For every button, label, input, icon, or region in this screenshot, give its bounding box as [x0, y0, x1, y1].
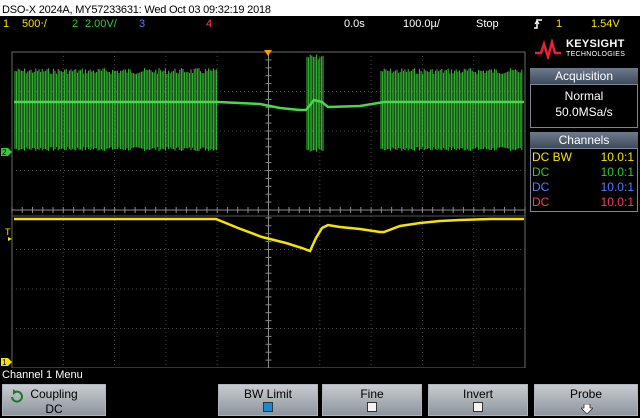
svg-text:2: 2 — [2, 148, 7, 157]
bw-limit-checkbox[interactable] — [263, 402, 273, 412]
svg-text:1: 1 — [2, 358, 7, 367]
probe-softkey[interactable]: Probe — [534, 384, 638, 416]
softkey-menu: Channel 1 Menu Coupling DC BW Limit Fine… — [0, 368, 640, 418]
trigger-channel: 1 — [556, 18, 563, 30]
channel-row: DC BW 10.0:1 — [532, 150, 634, 164]
oscilloscope-display: 1 500‧/ 2 2.00V/ 3 4 0.0s 100.0µ/ Stop 1… — [0, 16, 640, 418]
run-state: Stop — [476, 18, 499, 30]
status-bar: 1 500‧/ 2 2.00V/ 3 4 0.0s 100.0µ/ Stop 1… — [0, 16, 640, 32]
channel-row: DC 10.0:1 — [532, 195, 634, 209]
ch1-scale[interactable]: 500‧/ — [22, 16, 47, 32]
time-offset[interactable]: 0.0s — [344, 16, 365, 32]
side-panel: KEYSIGHT TECHNOLOGIES Acquisition Normal… — [528, 32, 640, 368]
ch1-number[interactable]: 1 — [3, 16, 9, 32]
menu-title: Channel 1 Menu — [2, 369, 83, 381]
ch2-scale[interactable]: 2.00V/ — [85, 16, 117, 32]
invert-softkey[interactable]: Invert — [428, 384, 528, 416]
time-scale[interactable]: 100.0µ/ — [403, 16, 440, 32]
ch3-number[interactable]: 3 — [139, 16, 145, 32]
invert-label: Invert — [462, 387, 493, 401]
channels-header: Channels — [530, 132, 638, 148]
fine-softkey[interactable]: Fine — [322, 384, 422, 416]
invert-checkbox[interactable] — [473, 402, 483, 412]
keysight-logo: KEYSIGHT TECHNOLOGIES — [534, 36, 636, 64]
fine-label: Fine — [360, 387, 384, 401]
probe-label: Probe — [569, 387, 603, 401]
svg-text:T: T — [5, 227, 11, 237]
coupling-softkey[interactable]: Coupling DC — [2, 384, 106, 416]
acquisition-box[interactable]: Normal 50.0MSa/s — [530, 84, 638, 128]
fine-checkbox[interactable] — [367, 402, 377, 412]
ch4-number[interactable]: 4 — [206, 16, 212, 32]
bw-limit-softkey[interactable]: BW Limit — [218, 384, 318, 416]
submenu-arrow-down-icon — [581, 404, 593, 414]
channel-row: DC 10.0:1 — [532, 165, 634, 179]
waveform-graticule[interactable]: 2 T 1 — [0, 32, 528, 368]
acquisition-header: Acquisition — [530, 68, 638, 84]
channel-row: DC 10.0:1 — [532, 180, 634, 194]
bw-limit-label: BW Limit — [244, 387, 292, 401]
coupling-label: Coupling — [30, 387, 78, 401]
ch2-number[interactable]: 2 — [72, 16, 78, 32]
coupling-value: DC — [45, 402, 63, 416]
acquisition-mode: Normal — [564, 89, 604, 103]
sample-rate: 50.0MSa/s — [555, 105, 613, 119]
trigger-level[interactable]: 1.54V — [591, 16, 620, 32]
keysight-wave-icon — [535, 39, 561, 59]
